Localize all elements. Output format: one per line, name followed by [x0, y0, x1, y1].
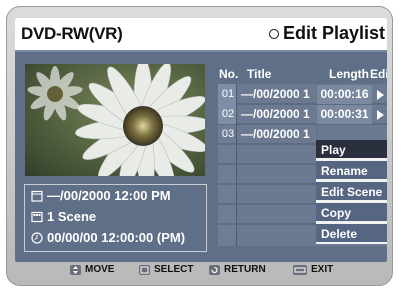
- info-date: —/00/2000 12:00 PM: [47, 188, 171, 203]
- circle-icon: [268, 28, 279, 39]
- col-length: Length: [329, 67, 369, 81]
- device-label: DVD-RW(VR): [21, 24, 123, 43]
- row-2-length: 00:00:31: [317, 105, 372, 124]
- row-2-no: 02: [221, 108, 235, 120]
- exit-icon: [293, 264, 307, 275]
- context-menu: Play Rename Edit Scene Copy Delete: [316, 140, 387, 244]
- page-title: Edit Playlist: [282, 23, 385, 43]
- title-bar: DVD-RW(VR) Edit Playlist: [15, 18, 387, 52]
- footer-exit-label: EXIT: [311, 264, 334, 275]
- play-arrow-icon: [377, 110, 384, 120]
- col-edit: Edit: [370, 67, 387, 81]
- row-1-no: 01: [221, 88, 235, 100]
- menu-rename[interactable]: Rename: [316, 161, 387, 181]
- move-icon: [70, 264, 81, 275]
- footer-move-label: MOVE: [85, 264, 115, 275]
- footer-select-label: SELECT: [154, 264, 194, 275]
- menu-delete[interactable]: Delete: [316, 224, 387, 244]
- menu-edit-scene[interactable]: Edit Scene: [316, 182, 387, 202]
- info-duration-row: 00/00/00 12:00:00 (PM): [31, 230, 185, 245]
- osd-screen: DVD-RW(VR) Edit Playlist —/00/2000 12:00…: [15, 18, 387, 262]
- footer-bar: MOVE SELECT RETURN EXIT: [6, 260, 393, 284]
- footer-select[interactable]: SELECT: [139, 264, 193, 275]
- flower-image: [25, 64, 205, 176]
- info-duration: 00/00/00 12:00:00 (PM): [47, 230, 186, 245]
- footer-return-label: RETURN: [224, 264, 266, 275]
- col-no: No.: [219, 67, 239, 81]
- row-1-length: 00:00:16: [317, 85, 372, 104]
- row-2-edit-arrow[interactable]: [373, 105, 387, 124]
- info-scenes-row: 1 Scene: [31, 209, 96, 224]
- film-icon: [31, 211, 43, 222]
- clock-icon: [31, 231, 43, 244]
- flower-thumbnail: [25, 64, 205, 176]
- footer-return[interactable]: RETURN: [209, 264, 266, 275]
- info-date-row: —/00/2000 12:00 PM: [31, 188, 171, 203]
- play-arrow-icon: [377, 90, 384, 100]
- row-3-no: 03: [221, 128, 235, 140]
- select-icon: [139, 264, 150, 275]
- return-icon: [209, 264, 220, 275]
- col-title: Title: [247, 67, 272, 81]
- menu-play[interactable]: Play: [316, 140, 387, 160]
- footer-exit[interactable]: EXIT: [293, 264, 333, 275]
- screen-title-wrap: Edit Playlist: [268, 23, 385, 44]
- footer-move[interactable]: MOVE: [70, 264, 114, 275]
- menu-copy[interactable]: Copy: [316, 203, 387, 223]
- info-panel: —/00/2000 12:00 PM 1 Scene 00/00/00 12:0…: [24, 184, 207, 252]
- info-scenes: 1 Scene: [47, 209, 97, 224]
- row-1-edit-arrow[interactable]: [373, 85, 387, 104]
- calendar-icon: [31, 190, 43, 202]
